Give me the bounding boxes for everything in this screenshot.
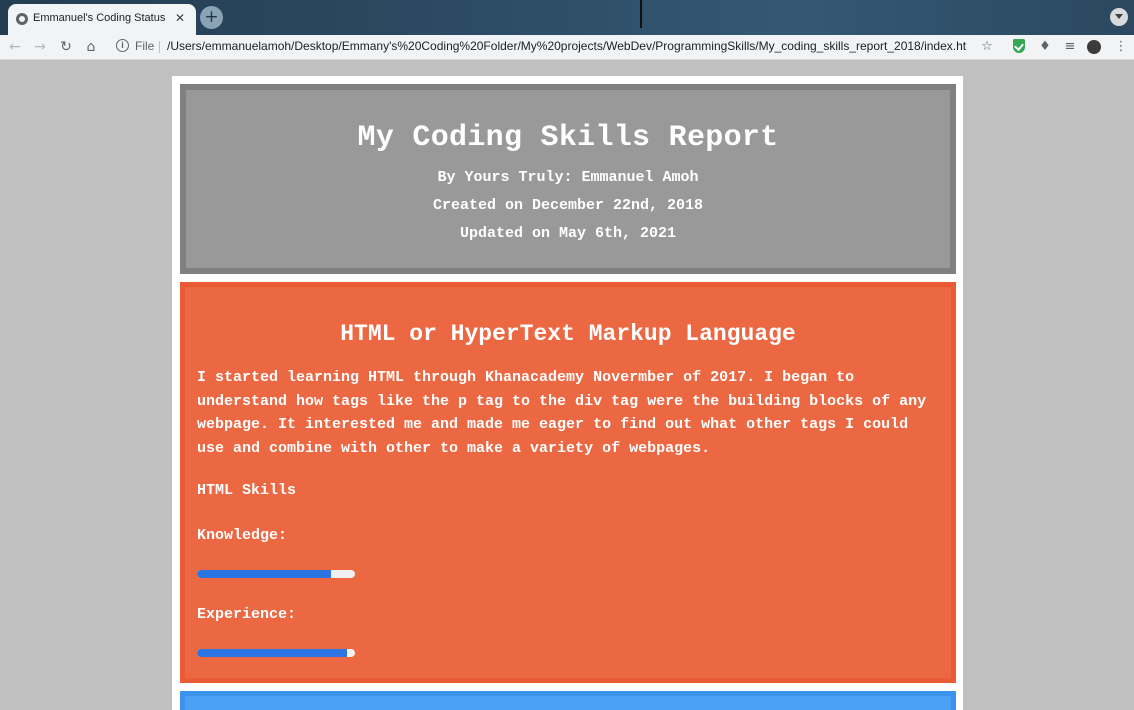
author-line: By Yours Truly: Emmanuel Amoh	[437, 169, 699, 186]
updated-date: Updated on May 6th, 2021	[459, 225, 677, 242]
experience-progress-bar	[197, 649, 355, 657]
report-header: My Coding Skills Report By Yours Truly: …	[180, 84, 956, 274]
skills-heading: HTML Skills	[197, 482, 297, 499]
experience-label: Experience:	[197, 606, 297, 623]
section-description: I started learning HTML through Khanacad…	[197, 369, 927, 458]
window-divider	[640, 0, 642, 28]
created-date: Created on December 22nd, 2018	[432, 197, 704, 214]
star-icon[interactable]: ☆	[978, 38, 996, 56]
back-icon[interactable]: ←	[5, 37, 25, 57]
tab-strip: Emmanuel's Coding Status ✕ +	[0, 0, 1134, 35]
site-info-icon[interactable]: i	[116, 39, 129, 52]
section-title: HTML or HyperText Markup Language	[340, 321, 796, 347]
browser-tab[interactable]: Emmanuel's Coding Status ✕	[8, 4, 196, 35]
address-bar[interactable]: /Users/emmanuelamoh/Desktop/Emmany's%20C…	[167, 39, 967, 53]
shield-check-icon[interactable]	[1013, 39, 1025, 53]
browser-toolbar: ← → ↻ ⌂ i File /Users/emmanuelamoh/Deskt…	[0, 35, 1134, 60]
close-tab-icon[interactable]: ✕	[172, 10, 188, 26]
globe-icon	[16, 13, 28, 25]
avatar-icon[interactable]	[1087, 40, 1101, 54]
page-title: My Coding Skills Report	[357, 121, 779, 155]
html-section: HTML or HyperText Markup Language I star…	[180, 282, 956, 683]
knowledge-progress-bar	[197, 570, 355, 578]
knowledge-label: Knowledge:	[197, 527, 288, 544]
url-scheme-label: File	[135, 39, 155, 53]
tab-title: Emmanuel's Coding Status	[33, 12, 166, 24]
reload-icon[interactable]: ↻	[56, 37, 76, 57]
tab-search-icon[interactable]	[1110, 8, 1128, 26]
puzzle-icon[interactable]: ♦	[1036, 38, 1054, 56]
page-container: My Coding Skills Report By Yours Truly: …	[172, 76, 963, 710]
home-icon[interactable]: ⌂	[81, 37, 101, 57]
new-tab-button[interactable]: +	[200, 6, 223, 29]
kebab-menu-icon[interactable]: ⋮	[1112, 38, 1130, 56]
reading-list-icon[interactable]: ≡	[1061, 38, 1079, 56]
experience-progress-fill	[197, 649, 348, 657]
next-section	[180, 691, 956, 710]
forward-icon[interactable]: →	[30, 37, 50, 57]
url-separator	[159, 41, 160, 53]
knowledge-progress-fill	[197, 570, 332, 578]
